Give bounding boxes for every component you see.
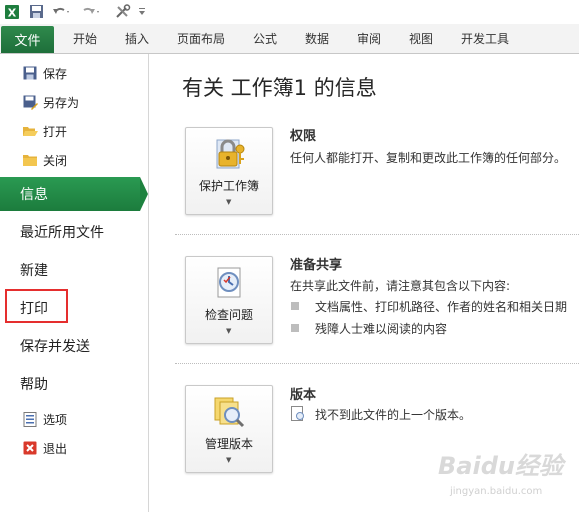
manage-versions-label: 管理版本: [204, 437, 253, 451]
baidu-watermark: Baidu经验 jingyan.baidu.com: [438, 446, 579, 512]
tab-formulas[interactable]: 公式: [253, 24, 277, 53]
active-indicator: [140, 177, 148, 211]
check-issues-label: 检查问题: [204, 308, 253, 322]
qat-dropdown-icon[interactable]: [137, 3, 147, 20]
nav-save-send[interactable]: 保存并发送: [0, 329, 148, 363]
nav-exit[interactable]: 退出: [0, 435, 148, 461]
nav-new-label: 新建: [20, 263, 48, 279]
nav-open[interactable]: 打开: [0, 118, 148, 144]
nav-save-send-label: 保存并发送: [20, 339, 90, 355]
lock-key-icon: [211, 136, 247, 172]
watermark-url: jingyan.baidu.com: [450, 486, 543, 497]
nav-open-label: 打开: [43, 124, 68, 139]
dropdown-arrow-icon: ▼: [226, 456, 232, 464]
quick-access-toolbar: X: [0, 0, 579, 25]
nav-close-label: 关闭: [43, 153, 68, 168]
nav-close[interactable]: 关闭: [0, 147, 148, 173]
print-highlight-box: [5, 289, 68, 323]
versions-text: 找不到此文件的上一个版本。: [315, 408, 472, 422]
tab-file[interactable]: 文件: [1, 26, 54, 53]
svg-text:X: X: [8, 6, 17, 19]
version-file-icon: [291, 406, 305, 422]
nav-info[interactable]: 信息: [0, 177, 148, 211]
section-divider: [175, 363, 579, 364]
undo-icon[interactable]: [50, 3, 72, 20]
watermark-brand: Baidu经验: [438, 452, 563, 480]
nav-options-label: 选项: [43, 412, 68, 427]
tab-developer[interactable]: 开发工具: [461, 24, 509, 53]
manage-versions-button[interactable]: 管理版本 ▼: [185, 385, 273, 473]
save-icon[interactable]: [27, 3, 45, 20]
dropdown-arrow-icon: ▼: [226, 327, 232, 335]
bullet-icon: [291, 302, 299, 310]
nav-new[interactable]: 新建: [0, 253, 148, 287]
bullet-accessibility: 残障人士难以阅读的内容: [315, 322, 448, 336]
prepare-sharing-heading: 准备共享: [290, 258, 343, 273]
info-panel: 有关 工作簿1 的信息 保护工作簿 ▼ 权限 任何人都能打开、复制和更改此工作簿…: [149, 54, 579, 512]
close-folder-icon: [22, 152, 38, 168]
protect-workbook-button[interactable]: 保护工作簿 ▼: [185, 127, 273, 215]
inspect-document-icon: [211, 265, 247, 301]
versions-heading: 版本: [290, 388, 317, 403]
open-folder-icon: [22, 123, 38, 139]
nav-options[interactable]: 选项: [0, 406, 148, 432]
backstage-nav: 保存 另存为 打开 关闭 信息 最近所用文件 新建 打印 保存并发送 帮助 选项…: [0, 54, 149, 512]
excel-app-icon[interactable]: X: [3, 3, 21, 20]
nav-recent-label: 最近所用文件: [20, 225, 104, 241]
permissions-heading: 权限: [290, 129, 317, 144]
tab-insert[interactable]: 插入: [125, 24, 149, 53]
nav-help-label: 帮助: [20, 377, 48, 393]
permissions-text: 任何人都能打开、复制和更改此工作簿的任何部分。: [290, 151, 567, 165]
bullet-icon: [291, 324, 299, 332]
prepare-sharing-text: 在共享此文件前，请注意其包含以下内容:: [290, 279, 511, 293]
check-issues-button[interactable]: 检查问题 ▼: [185, 256, 273, 344]
nav-save-label: 保存: [43, 66, 68, 81]
tab-view[interactable]: 视图: [409, 24, 433, 53]
nav-exit-label: 退出: [43, 441, 68, 456]
nav-save[interactable]: 保存: [0, 60, 148, 86]
section-divider: [175, 234, 579, 235]
redo-icon[interactable]: [80, 3, 102, 20]
versions-icon: [211, 394, 247, 430]
tab-home[interactable]: 开始: [73, 24, 97, 53]
nav-info-label: 信息: [20, 187, 48, 203]
nav-save-as[interactable]: 另存为: [0, 89, 148, 115]
save-as-icon: [22, 94, 38, 110]
tab-review[interactable]: 审阅: [357, 24, 381, 53]
tab-page-layout[interactable]: 页面布局: [177, 24, 225, 53]
save-icon: [22, 65, 38, 81]
bullet-document-properties: 文档属性、打印机路径、作者的姓名和相关日期: [315, 300, 568, 314]
nav-save-as-label: 另存为: [43, 95, 80, 110]
protect-workbook-label: 保护工作簿: [198, 179, 259, 193]
page-title: 有关 工作簿1 的信息: [182, 76, 377, 100]
options-icon: [22, 411, 38, 427]
dropdown-arrow-icon: ▼: [226, 198, 232, 206]
nav-help[interactable]: 帮助: [0, 367, 148, 401]
nav-recent[interactable]: 最近所用文件: [0, 215, 148, 249]
customize-tools-icon[interactable]: [112, 3, 134, 20]
exit-icon: [22, 440, 38, 456]
ribbon-tab-row: 文件 开始 插入 页面布局 公式 数据 审阅 视图 开发工具: [0, 24, 579, 54]
tab-data[interactable]: 数据: [305, 24, 329, 53]
